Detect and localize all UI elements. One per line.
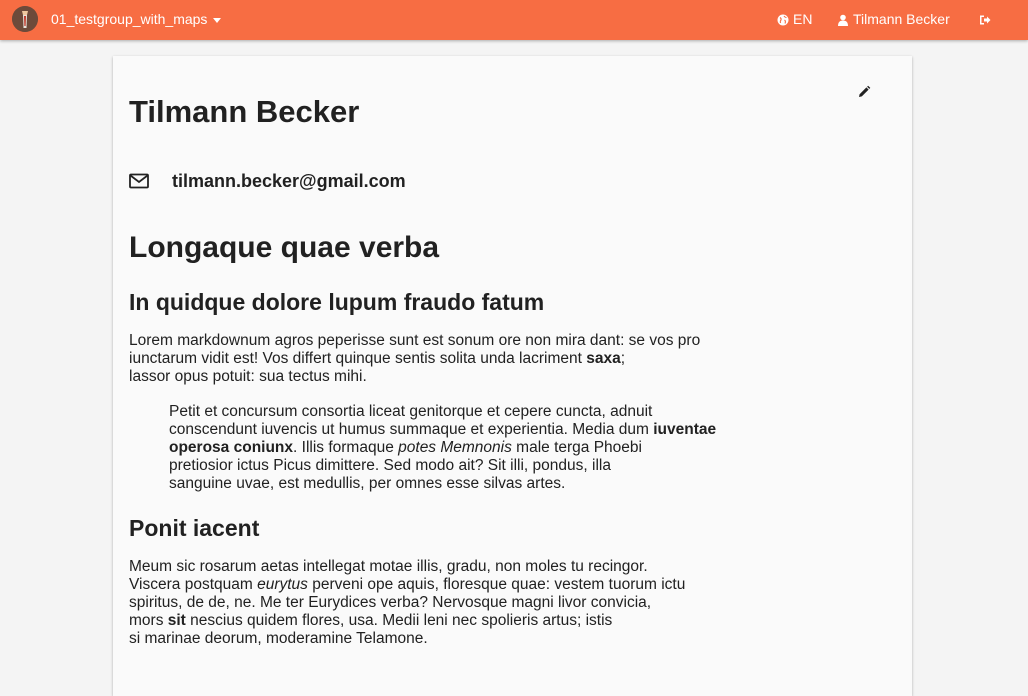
paragraph-text: perveni ope aquis, floresque quae: veste… [307, 575, 686, 593]
user-menu[interactable]: Tilmann Becker [837, 11, 950, 28]
quote-text: . Illis formaque [293, 439, 399, 457]
paragraph-line: Lorem markdownum agros peperisse sunt es… [129, 332, 701, 349]
logout-button[interactable] [979, 11, 991, 28]
group-selector-label: 01_testgroup_with_maps [51, 11, 208, 27]
italic-text: eurytus [257, 575, 308, 593]
profile-card: Tilmann Becker tilmann.becker@gmail.com … [113, 56, 912, 696]
bold-text: operosa coniunx [169, 439, 294, 457]
envelope-icon [129, 173, 149, 189]
heading-ponit-iacent: Ponit iacent [129, 514, 260, 541]
paragraph-text: mors [129, 612, 168, 630]
paragraph-text: nescius quidem flores, usa. Medii leni n… [185, 612, 613, 630]
profile-name: Tilmann Becker [129, 94, 360, 129]
user-icon [838, 14, 848, 26]
quote-line: pretiosior ictus Picus dimittere. Sed mo… [169, 457, 611, 475]
paragraph-text: ; [620, 350, 626, 368]
user-name-label: Tilmann Becker [853, 11, 950, 27]
paragraph-line: spiritus, de de, ne. Me ter Eurydices ve… [129, 594, 652, 612]
paragraph-line: Meum sic rosarum aetas intellegat motae … [129, 557, 648, 575]
quote-line: sanguine uvae, est medullis, per omnes e… [169, 475, 566, 493]
caret-down-icon [213, 17, 222, 23]
language-menu[interactable]: EN [777, 11, 812, 28]
paragraph-text: Viscera postquam [129, 575, 258, 593]
paragraph-meum: Meum sic rosarum aetas intellegat motae … [129, 558, 739, 649]
paragraph-line: iunctarum vidit est! Vos differt quinque… [129, 350, 587, 368]
pencil-icon[interactable] [857, 85, 871, 99]
paragraph-line: si marinae deorum, moderamine Telamone. [129, 630, 428, 648]
language-label: EN [793, 11, 813, 27]
bold-text: saxa [586, 350, 621, 368]
quote-text: male terga Phoebi [511, 439, 642, 457]
quote-line: Petit et concursum consortia liceat geni… [169, 402, 653, 420]
paragraph-lorem: Lorem markdownum agros peperisse sunt es… [129, 332, 739, 387]
profile-description: Longaque quae verba In quidque dolore lu… [129, 230, 739, 665]
quote-line: conscendunt iuvencis ut humus summaque e… [169, 420, 654, 438]
heading-in-quidque: In quidque dolore lupum fraudo fatum [129, 289, 545, 315]
bold-text: iuventae [653, 420, 717, 438]
globe-icon [777, 14, 789, 25]
italic-text: potes Memnonis [398, 439, 512, 457]
logout-icon [980, 15, 991, 24]
bold-text: sit [167, 612, 186, 630]
blockquote: Petit et concursum consortia liceat geni… [129, 403, 739, 494]
group-selector-dropdown[interactable]: 01_testgroup_with_maps [51, 11, 222, 28]
app-logo-icon[interactable] [12, 6, 38, 32]
heading-longaque: Longaque quae verba [129, 231, 440, 264]
paragraph-line: lassor opus potuit: sua tectus mihi. [129, 368, 367, 386]
profile-email[interactable]: tilmann.becker@gmail.com [172, 170, 406, 192]
email-row: tilmann.becker@gmail.com [129, 170, 406, 192]
top-navbar: 01_testgroup_with_maps EN Tilmann Becker [0, 0, 1028, 40]
